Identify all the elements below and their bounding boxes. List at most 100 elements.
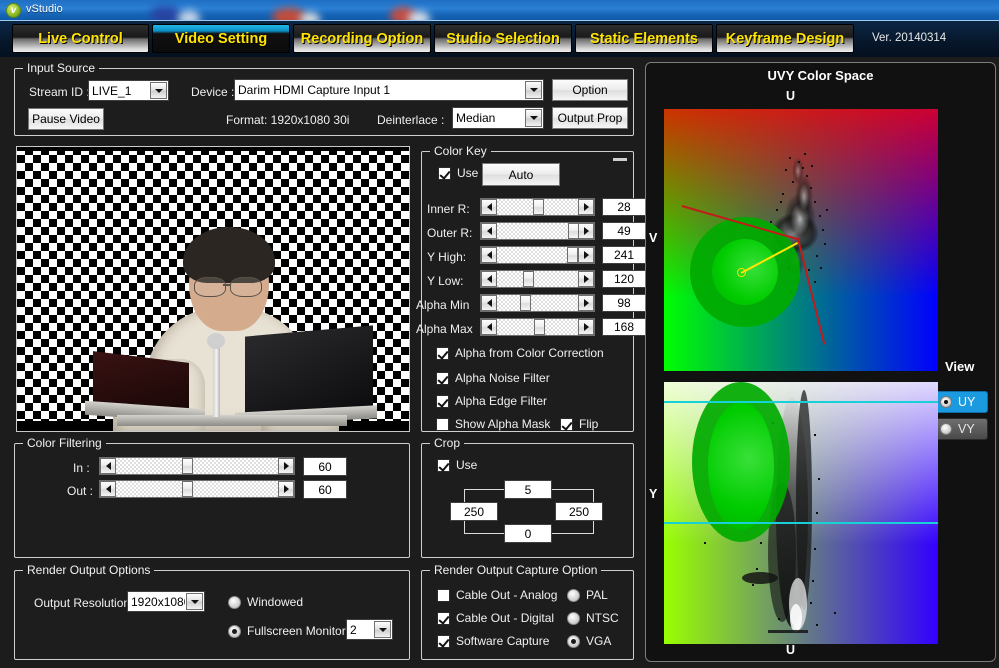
deinterlace-combo[interactable]: Median [452, 107, 544, 129]
inner-r-track[interactable] [497, 199, 578, 215]
tab-studio-selection[interactable]: Studio Selection [434, 24, 572, 53]
filter-out-track[interactable] [116, 481, 278, 497]
slider-right-arrow-icon[interactable] [278, 458, 294, 474]
slider-left-arrow-icon[interactable] [481, 247, 497, 263]
slider-thumb[interactable] [532, 199, 544, 215]
option-button[interactable]: Option [552, 79, 628, 101]
stream-id-value: LIVE_1 [92, 83, 132, 98]
view-option-uy[interactable]: UY [931, 391, 988, 413]
inner-r-slider[interactable] [480, 198, 595, 216]
y-high-track[interactable] [497, 247, 579, 263]
pause-video-button[interactable]: Pause Video [28, 108, 104, 130]
color-key-use-checkbox[interactable]: Use [438, 166, 478, 180]
radio-off-icon [567, 588, 580, 602]
uv-plot[interactable] [664, 109, 938, 371]
outer-r-label: Outer R: [427, 226, 473, 240]
slider-left-arrow-icon[interactable] [100, 458, 116, 474]
cable-out-analog-checkbox[interactable]: Cable Out - Analog [437, 588, 557, 602]
tab-live-control[interactable]: Live Control [12, 24, 149, 53]
software-capture-checkbox[interactable]: Software Capture [437, 634, 549, 648]
filter-in-track[interactable] [116, 458, 278, 474]
vga-radio[interactable]: VGA [567, 634, 611, 648]
stream-id-label: Stream ID : [29, 85, 90, 99]
uv-key-center-marker[interactable] [737, 268, 746, 277]
chevron-down-icon[interactable] [525, 109, 542, 127]
crop-top-input[interactable]: 5 [504, 480, 552, 499]
ntsc-radio[interactable]: NTSC [567, 611, 619, 625]
crop-right-input[interactable]: 250 [555, 502, 603, 521]
output-prop-button[interactable]: Output Prop [552, 107, 628, 129]
chevron-down-icon[interactable] [374, 621, 391, 638]
alpha-noise-filter-checkbox[interactable]: Alpha Noise Filter [436, 371, 550, 385]
alpha-max-track[interactable] [497, 319, 578, 335]
device-combo[interactable]: Darim HDMI Capture Input 1 [234, 79, 544, 101]
flip-checkbox[interactable]: Flip [560, 417, 598, 431]
show-alpha-mask-checkbox[interactable]: Show Alpha Mask [436, 417, 550, 431]
inner-r-value[interactable]: 28 [602, 198, 646, 216]
software-capture-label: Software Capture [456, 634, 550, 648]
monitor-number-combo[interactable]: 2 [346, 619, 393, 640]
slider-thumb[interactable] [182, 481, 194, 497]
alpha-edge-filter-checkbox[interactable]: Alpha Edge Filter [436, 394, 547, 408]
slider-right-arrow-icon[interactable] [578, 199, 594, 215]
video-preview[interactable] [16, 146, 410, 432]
slider-right-arrow-icon[interactable] [578, 247, 594, 263]
filter-out-slider[interactable] [99, 480, 295, 498]
slider-thumb[interactable] [534, 319, 546, 335]
outer-r-value[interactable]: 49 [602, 222, 646, 240]
slider-thumb[interactable] [182, 458, 194, 474]
chevron-down-icon[interactable] [150, 82, 167, 99]
slider-left-arrow-icon[interactable] [100, 481, 116, 497]
y-high-slider[interactable] [480, 246, 595, 264]
vy-plot[interactable] [664, 382, 938, 644]
collapse-icon[interactable] [613, 158, 627, 161]
tab-keyframe-design[interactable]: Keyframe Design [716, 24, 854, 53]
filter-in-slider[interactable] [99, 457, 295, 475]
view-option-vy[interactable]: VY [931, 418, 988, 440]
stream-id-combo[interactable]: LIVE_1 [88, 80, 169, 101]
pal-radio[interactable]: PAL [567, 588, 608, 602]
cable-out-digital-checkbox[interactable]: Cable Out - Digital [437, 611, 554, 625]
y-low-value[interactable]: 120 [602, 270, 646, 288]
outer-r-track[interactable] [497, 223, 580, 239]
alpha-max-slider[interactable] [480, 318, 595, 336]
render-output-capture-legend: Render Output Capture Option [430, 563, 602, 577]
slider-right-arrow-icon[interactable] [578, 223, 594, 239]
y-high-value[interactable]: 241 [602, 246, 646, 264]
slider-thumb[interactable] [567, 247, 579, 263]
chevron-down-icon[interactable] [525, 81, 542, 99]
y-low-track[interactable] [497, 271, 578, 287]
tab-static-elements[interactable]: Static Elements [575, 24, 713, 53]
alpha-from-color-correction-checkbox[interactable]: Alpha from Color Correction [436, 346, 604, 360]
filter-out-value[interactable]: 60 [303, 480, 347, 499]
slider-right-arrow-icon[interactable] [578, 295, 594, 311]
outer-r-slider[interactable] [480, 222, 595, 240]
slider-left-arrow-icon[interactable] [481, 295, 497, 311]
slider-left-arrow-icon[interactable] [481, 271, 497, 287]
y-low-slider[interactable] [480, 270, 595, 288]
chevron-down-icon[interactable] [186, 593, 203, 610]
slider-left-arrow-icon[interactable] [481, 199, 497, 215]
slider-right-arrow-icon[interactable] [578, 319, 594, 335]
slider-thumb[interactable] [520, 295, 532, 311]
windowed-radio[interactable]: Windowed [228, 595, 303, 609]
tab-video-setting[interactable]: Video Setting [152, 24, 290, 53]
output-resolution-combo[interactable]: 1920x1080 [127, 591, 205, 612]
crop-use-checkbox[interactable]: Use [437, 458, 477, 472]
fullscreen-monitor-radio[interactable]: Fullscreen Monitor # [228, 624, 356, 638]
color-key-auto-button[interactable]: Auto [482, 163, 560, 186]
crop-bottom-input[interactable]: 0 [504, 524, 552, 543]
alpha-min-track[interactable] [497, 295, 578, 311]
slider-right-arrow-icon[interactable] [578, 271, 594, 287]
slider-thumb[interactable] [522, 271, 534, 287]
tab-recording-option[interactable]: Recording Option [293, 24, 431, 53]
slider-thumb[interactable] [568, 223, 580, 239]
alpha-min-slider[interactable] [480, 294, 595, 312]
slider-left-arrow-icon[interactable] [481, 223, 497, 239]
filter-in-value[interactable]: 60 [303, 457, 347, 476]
slider-left-arrow-icon[interactable] [481, 319, 497, 335]
slider-right-arrow-icon[interactable] [278, 481, 294, 497]
crop-left-input[interactable]: 250 [450, 502, 498, 521]
alpha-min-value[interactable]: 98 [602, 294, 646, 312]
alpha-max-value[interactable]: 168 [602, 318, 646, 336]
